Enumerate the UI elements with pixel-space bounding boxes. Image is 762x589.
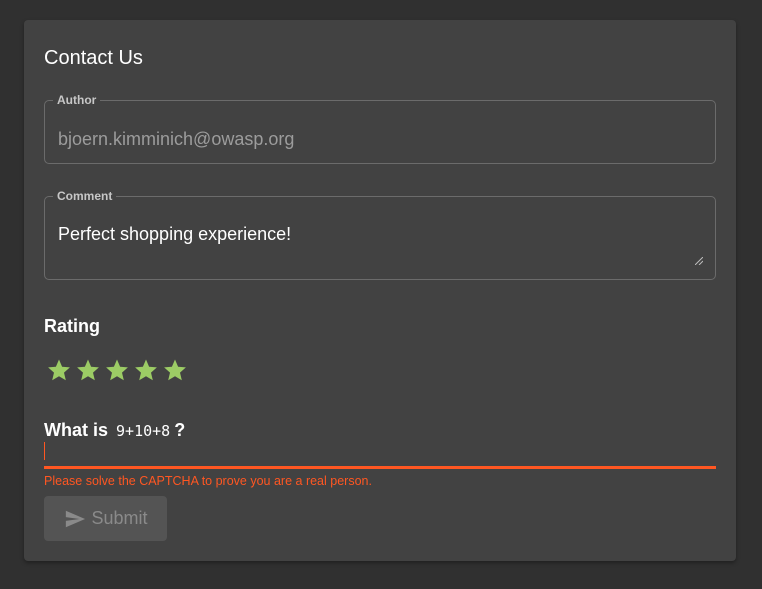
author-label: Author (53, 92, 101, 108)
captcha-suffix: ? (174, 420, 186, 440)
captcha-question: What is 9+10+8 ? (44, 420, 185, 441)
resize-handle-icon[interactable] (695, 257, 703, 265)
captcha-prefix: What is (44, 420, 109, 440)
captcha-input[interactable] (44, 440, 716, 469)
author-field: Author bjoern.kimminich@owasp.org (44, 92, 716, 164)
rating-stars[interactable] (44, 356, 189, 384)
contact-card: Contact Us Author bjoern.kimminich@owasp… (24, 20, 736, 561)
comment-label: Comment (53, 188, 117, 204)
text-caret (44, 442, 45, 460)
send-icon (63, 508, 87, 530)
star-icon[interactable] (102, 356, 131, 384)
page-title: Contact Us (44, 47, 143, 69)
comment-field[interactable]: Comment Perfect shopping experience! (44, 188, 716, 280)
submit-button[interactable]: Submit (44, 496, 167, 541)
captcha-error: Please solve the CAPTCHA to prove you ar… (44, 474, 372, 488)
star-icon[interactable] (73, 356, 102, 384)
star-icon[interactable] (44, 356, 73, 384)
submit-label: Submit (91, 508, 148, 528)
captcha-expression: 9+10+8 (116, 422, 171, 440)
star-icon[interactable] (160, 356, 189, 384)
rating-label: Rating (44, 316, 100, 336)
author-value: bjoern.kimminich@owasp.org (58, 129, 295, 149)
comment-value[interactable]: Perfect shopping experience! (58, 223, 291, 245)
star-icon[interactable] (131, 356, 160, 384)
